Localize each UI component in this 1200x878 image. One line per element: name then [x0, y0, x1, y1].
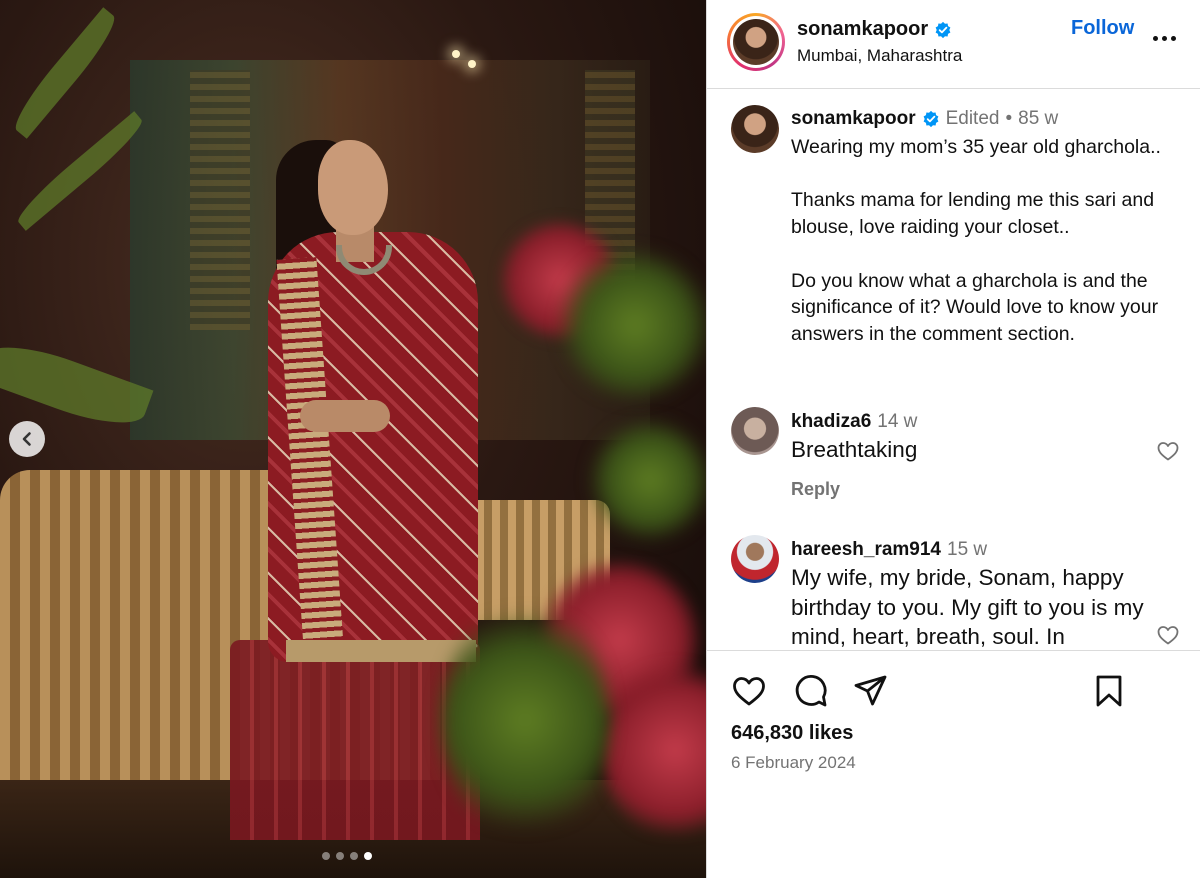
carousel-dot-active — [364, 852, 372, 860]
comment-button[interactable] — [791, 672, 831, 712]
caption-header: sonamkapoor Edited • 85 w — [791, 108, 1058, 130]
paper-plane-icon — [854, 675, 887, 705]
comment-like-button[interactable] — [1155, 623, 1181, 649]
verified-badge-icon — [923, 110, 938, 128]
previous-slide-button[interactable] — [9, 421, 45, 457]
post-date: 6 February 2024 — [731, 753, 856, 772]
story-ring-avatar[interactable] — [727, 13, 785, 71]
reply-button[interactable]: Reply — [791, 479, 840, 500]
heart-icon — [1157, 626, 1179, 645]
carousel-dot — [336, 852, 344, 860]
heart-icon — [1157, 442, 1179, 461]
carousel-dot — [322, 852, 330, 860]
commenter-avatar[interactable] — [731, 407, 779, 455]
more-dot-icon — [1161, 35, 1167, 41]
more-dot-icon — [1170, 35, 1176, 41]
meta-separator: • — [1005, 108, 1013, 129]
caption-username[interactable]: sonamkapoor — [791, 108, 916, 130]
comment-bubble-icon — [795, 674, 827, 706]
post-actions: 646,830 likes 6 February 2024 — [707, 652, 1200, 878]
caption-text: Wearing my mom’s 35 year old gharchola..… — [791, 136, 1161, 345]
post-image[interactable] — [0, 0, 706, 878]
follow-button[interactable]: Follow — [1071, 17, 1134, 40]
commenter-username[interactable]: khadiza6 14 w — [791, 411, 917, 433]
caption-avatar[interactable] — [731, 105, 779, 153]
verified-badge-icon — [935, 21, 951, 38]
share-button[interactable] — [851, 672, 891, 712]
like-button[interactable] — [729, 672, 769, 712]
more-dot-icon — [1152, 35, 1158, 41]
caption-age: 85 w — [1018, 108, 1059, 129]
comment-text: Breathtaking — [791, 437, 918, 462]
carousel-dot — [350, 852, 358, 860]
heart-icon — [733, 676, 765, 705]
bookmark-icon — [1096, 675, 1122, 706]
likes-count[interactable]: 646,830 likes — [731, 722, 853, 745]
post-location[interactable]: Mumbai, Maharashtra — [797, 46, 962, 66]
carousel-indicator — [322, 852, 372, 860]
instagram-post-modal: sonamkapoor Mumbai, Maharashtra Follow s… — [0, 0, 1200, 878]
save-button[interactable] — [1089, 672, 1129, 712]
comments-section[interactable]: sonamkapoor Edited • 85 w Wearing my mom… — [707, 89, 1200, 651]
post-sidebar: sonamkapoor Mumbai, Maharashtra Follow s… — [706, 0, 1200, 878]
avatar — [733, 19, 779, 65]
comment-age: 15 w — [947, 539, 988, 560]
chevron-left-icon — [22, 432, 31, 446]
more-options-button[interactable] — [1150, 28, 1178, 48]
header-username[interactable]: sonamkapoor — [797, 18, 952, 41]
comment-age: 14 w — [877, 411, 918, 432]
commenter-username[interactable]: hareesh_ram914 15 w — [791, 539, 987, 561]
comment-like-button[interactable] — [1155, 439, 1181, 465]
comment-text: My wife, my bride, Sonam, happy birthday… — [791, 565, 1144, 649]
edited-label: Edited — [945, 108, 1000, 129]
post-header: sonamkapoor Mumbai, Maharashtra Follow — [707, 0, 1200, 89]
commenter-avatar[interactable] — [731, 535, 779, 583]
